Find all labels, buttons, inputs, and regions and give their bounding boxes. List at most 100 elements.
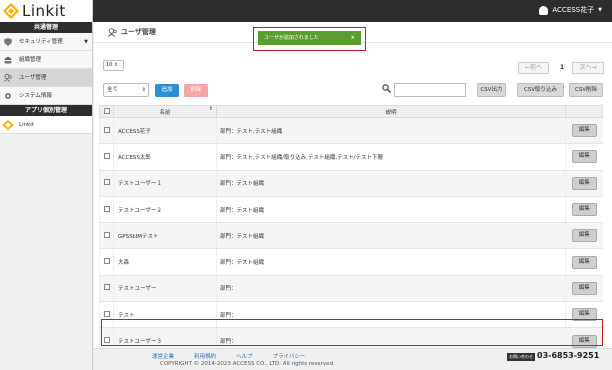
user-desc-cell: 部門： xyxy=(216,275,566,303)
row-checkbox[interactable] xyxy=(103,231,110,238)
row-checkbox[interactable] xyxy=(103,284,110,291)
row-actions-cell: 編集 xyxy=(565,222,603,250)
edit-button[interactable]: 編集 xyxy=(571,255,597,269)
sidebar-item-security[interactable]: セキュリティ管理 ▼ xyxy=(0,33,92,51)
user-name-cell: ACCESS花子 xyxy=(113,117,217,145)
contact-label: お問い合わせ xyxy=(507,353,535,361)
table-row: ACCESS花子 部門：テスト,テスト組織 編集 xyxy=(99,117,603,145)
csv-import-button[interactable]: CSV取り込み xyxy=(517,83,564,97)
sidebar-item-org[interactable]: 組織管理 xyxy=(0,51,92,69)
user-name-cell: 大森 xyxy=(113,248,217,276)
per-page-value: 10 xyxy=(106,62,113,68)
csv-delete-button[interactable]: CSV削除 xyxy=(569,83,603,97)
edit-button[interactable]: 編集 xyxy=(571,176,597,190)
footer-links: 運営企業 利用規約 ヘルプ プライバシー xyxy=(152,352,305,360)
pager-current-page: 1 xyxy=(560,64,565,71)
user-desc-cell: 部門：テスト組織 xyxy=(216,222,566,250)
row-checkbox[interactable] xyxy=(103,152,110,159)
edit-button[interactable]: 編集 xyxy=(571,229,597,243)
row-select-cell xyxy=(99,143,114,171)
select-all-checkbox[interactable] xyxy=(103,107,110,114)
row-actions-cell: 編集 xyxy=(565,143,603,171)
toast-notification: ユーザが追加されました × xyxy=(258,31,361,45)
close-icon[interactable]: × xyxy=(351,31,355,45)
user-name-cell: テストユーザー２ xyxy=(113,196,217,224)
pager-next-button[interactable]: 次へ→ xyxy=(572,62,604,74)
row-checkbox[interactable] xyxy=(103,126,110,133)
top-bar: Linkit ACCESS花子 ▼ xyxy=(0,0,612,22)
row-select-cell xyxy=(99,117,114,145)
csv-export-button[interactable]: CSV出力 xyxy=(477,83,506,97)
row-actions-cell: 編集 xyxy=(565,196,603,224)
shield-icon xyxy=(4,38,12,46)
toast-message: ユーザが追加されました xyxy=(264,35,319,41)
footer: 運営企業 利用規約 ヘルプ プライバシー COPYRIGHT © 2014-20… xyxy=(94,348,612,370)
chevron-down-icon: ▼ xyxy=(84,39,88,45)
user-desc-cell: 部門：テスト組織 xyxy=(216,170,566,197)
sidebar-item-linkit[interactable]: Linkit xyxy=(0,116,92,134)
table-row: テストユーザー１ 部門：テスト組織 編集 xyxy=(99,170,603,197)
table-header-row: 名前 ⇕ 説明 xyxy=(99,105,603,118)
caret-down-icon: ▼ xyxy=(598,7,602,13)
linkit-logo-icon xyxy=(2,120,14,130)
user-name-cell: ACCESS太郎 xyxy=(113,143,217,171)
edit-button[interactable]: 編集 xyxy=(571,150,597,164)
edit-button[interactable]: 編集 xyxy=(571,124,597,138)
logo[interactable]: Linkit xyxy=(0,0,93,22)
column-header-name[interactable]: 名前 ⇕ xyxy=(113,105,217,118)
row-select-cell xyxy=(99,275,114,303)
search-input[interactable] xyxy=(394,83,466,97)
user-menu[interactable]: ACCESS花子 ▼ xyxy=(539,5,602,15)
sidebar-item-label: Linkit xyxy=(19,122,34,128)
column-header-label: 名前 xyxy=(159,109,171,116)
user-name-cell: テストユーザー xyxy=(113,275,217,303)
row-select-cell xyxy=(99,248,114,276)
row-actions-cell: 編集 xyxy=(565,117,603,145)
pager-prev-button[interactable]: ←前へ xyxy=(518,62,549,74)
table-row: ACCESS太郎 部門：テスト,テスト組織/取り込み,テスト組織,テスト/テスト下… xyxy=(99,143,603,171)
user-name: ACCESS花子 xyxy=(552,6,595,14)
table-row: GPSSLIMテスト 部門：テスト組織 編集 xyxy=(99,222,603,250)
row-checkbox[interactable] xyxy=(103,310,110,317)
select-all-cell xyxy=(99,105,114,118)
page-title: ユーザ管理 xyxy=(121,28,156,36)
updown-icon: ⇕ xyxy=(141,87,146,93)
table-row: 大森 部門：テスト組織 編集 xyxy=(99,248,603,276)
footer-link-privacy[interactable]: プライバシー xyxy=(273,352,306,360)
org-icon xyxy=(4,57,12,64)
row-select-cell xyxy=(99,222,114,250)
search-icon xyxy=(382,84,391,93)
sidebar-item-users[interactable]: ユーザ管理 xyxy=(0,69,92,87)
add-button[interactable]: 追加 xyxy=(155,84,179,97)
footer-link-terms[interactable]: 利用規約 xyxy=(194,352,216,360)
sidebar-item-label: セキュリティ管理 xyxy=(19,39,63,45)
user-name-cell: テストユーザー１ xyxy=(113,170,217,197)
sidebar-item-label: システム情報 xyxy=(19,93,52,99)
sort-icon: ⇕ xyxy=(208,106,213,112)
row-select-cell xyxy=(99,196,114,224)
row-checkbox[interactable] xyxy=(103,205,110,212)
row-checkbox[interactable] xyxy=(103,179,110,186)
linkit-logo-icon xyxy=(3,3,19,19)
edit-button[interactable]: 編集 xyxy=(571,281,597,295)
user-desc-cell: 部門：テスト,テスト組織 xyxy=(216,117,566,145)
user-desc-cell: 部門：テスト組織 xyxy=(216,196,566,224)
sidebar-item-system[interactable]: システム情報 xyxy=(0,87,92,105)
delete-button[interactable]: 削除 xyxy=(184,84,208,97)
column-header-label: 説明 xyxy=(385,109,397,116)
sidebar: 共通管理 セキュリティ管理 ▼ 組織管理 ユーザ管理 システム情報 アプリ個別管… xyxy=(0,22,93,370)
column-header-actions xyxy=(565,105,603,118)
sidebar-heading-app: アプリ個別管理 xyxy=(0,105,92,116)
per-page-select[interactable]: 10 ⇕ xyxy=(103,60,124,71)
sidebar-heading-common: 共通管理 xyxy=(0,22,92,33)
edit-button[interactable]: 編集 xyxy=(571,203,597,217)
users-icon xyxy=(108,28,117,37)
gear-icon xyxy=(5,93,11,99)
table-row: テストユーザー 部門： 編集 xyxy=(99,275,603,303)
filter-select[interactable]: 全て ⇕ xyxy=(103,83,149,97)
row-checkbox[interactable] xyxy=(103,258,110,265)
user-icon xyxy=(539,5,549,15)
footer-link-company[interactable]: 運営企業 xyxy=(152,352,174,360)
user-desc-cell: 部門：テスト組織 xyxy=(216,248,566,276)
footer-link-help[interactable]: ヘルプ xyxy=(236,352,253,360)
